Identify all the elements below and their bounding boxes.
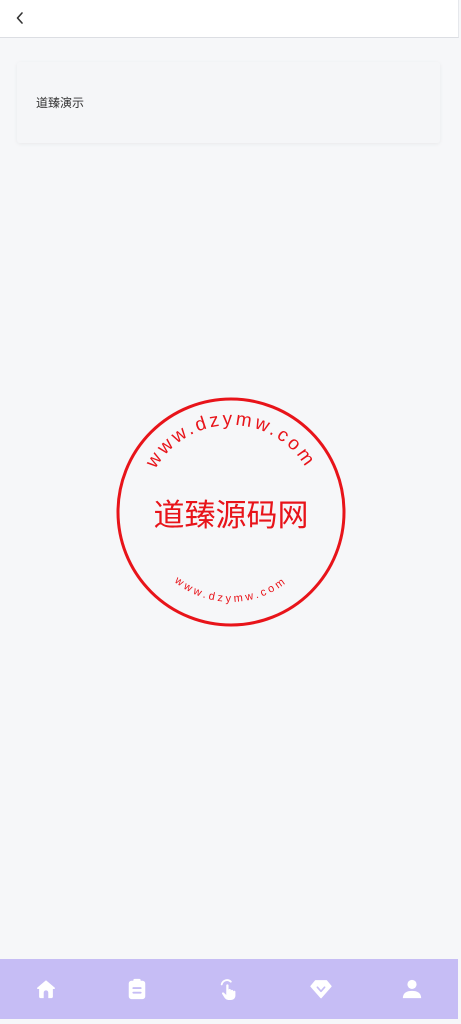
home-icon bbox=[36, 980, 55, 999]
chevron-left-icon bbox=[16, 12, 23, 24]
nav-clipboard[interactable] bbox=[117, 969, 157, 1009]
seal-inner-text: www.dzymw.com bbox=[172, 574, 290, 605]
nav-touch[interactable] bbox=[209, 969, 249, 1009]
nav-profile[interactable] bbox=[392, 969, 432, 1009]
diamond-icon bbox=[309, 980, 332, 999]
nav-home[interactable] bbox=[26, 969, 66, 1009]
back-button[interactable] bbox=[10, 7, 30, 29]
seal-center-text: 道臻源码网 bbox=[154, 498, 309, 534]
clipboard-icon bbox=[129, 978, 146, 1000]
demo-card[interactable]: 道臻演示 bbox=[17, 62, 440, 143]
nav-diamond[interactable] bbox=[301, 969, 341, 1009]
seal-stamp: www.dzymw.com 道臻源码网 www.dzymw.com bbox=[114, 395, 348, 629]
hand-pointer-icon bbox=[220, 979, 236, 1000]
bottom-nav bbox=[0, 959, 458, 1019]
card-title: 道臻演示 bbox=[36, 96, 85, 110]
user-icon bbox=[403, 979, 422, 999]
top-bar bbox=[0, 0, 459, 38]
page: 道臻演示 www.dzymw.com 道臻源码网 www.dzymw.com bbox=[0, 0, 461, 1024]
